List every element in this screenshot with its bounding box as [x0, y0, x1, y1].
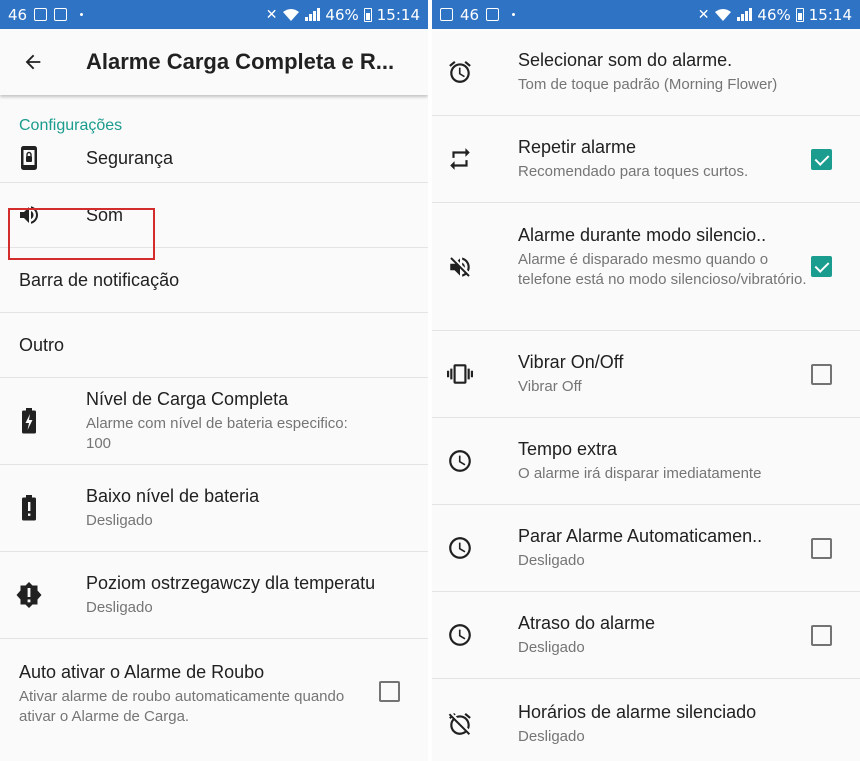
status-bar: 46 ✕ 46% 15:14	[432, 0, 860, 29]
settings-item-label: Auto ativar o Alarme de Roubo	[19, 662, 265, 682]
settings-item-label: Vibrar On/Off	[518, 351, 624, 372]
settings-item-label: Barra de notificação	[19, 269, 180, 290]
settings-item-label: Segurança	[86, 147, 174, 168]
settings-item-label: Parar Alarme Automaticamen..	[518, 525, 763, 546]
more-notifications-icon	[80, 13, 84, 16]
parar-alarme-checkbox[interactable]	[811, 537, 832, 559]
settings-item-label: Nível de Carga Completa	[86, 388, 289, 409]
arrow-back-icon	[25, 54, 41, 70]
battery-percent: 46%	[757, 5, 791, 24]
settings-item-selecionar-som[interactable]: Selecionar som do alarme. Tom de toque p…	[432, 29, 860, 116]
settings-item-barra-de-notificacao[interactable]: Barra de notificação	[0, 248, 428, 313]
settings-item-atraso-alarme[interactable]: Atraso do alarme Desligado	[432, 592, 860, 679]
app-toolbar: Alarme Carga Completa e R...	[0, 29, 428, 95]
mute-icon: ✕	[265, 6, 278, 23]
gallery-icon	[440, 8, 453, 21]
settings-item-summary: Vibrar Off	[518, 377, 582, 395]
battery-alert-icon	[14, 493, 44, 523]
settings-item-label: Horários de alarme silenciado	[518, 701, 757, 722]
settings-item-seguranca[interactable]: Segurança	[0, 134, 428, 183]
settings-item-label: Outro	[19, 334, 65, 355]
settings-item-summary: Tom de toque padrão (Morning Flower)	[518, 75, 778, 93]
left-screen: 46 ✕ 46% 15:14 Alarme Carga Completa e R…	[0, 0, 428, 761]
settings-item-tempo-extra[interactable]: Tempo extra O alarme irá disparar imedia…	[432, 418, 860, 505]
settings-item-som[interactable]: Som	[0, 183, 428, 248]
settings-item-label: Poziom ostrzegawczy dla temperatu..	[86, 572, 376, 593]
signal-icon	[737, 8, 753, 21]
settings-item-summary: Desligado	[518, 638, 585, 656]
settings-item-baixo-nivel-de-bateria[interactable]: Baixo nível de bateria Desligado	[0, 465, 428, 552]
settings-item-label: Baixo nível de bateria	[86, 485, 260, 506]
clock-time: 15:14	[376, 5, 420, 24]
vibrar-checkbox[interactable]	[811, 363, 832, 385]
vibrate-icon	[445, 359, 475, 389]
settings-item-label: Selecionar som do alarme.	[518, 49, 733, 70]
settings-item-parar-alarme[interactable]: Parar Alarme Automaticamen.. Desligado	[432, 505, 860, 592]
clock-icon	[445, 533, 475, 563]
alarm-off-icon	[445, 709, 475, 739]
page-title: Alarme Carga Completa e R...	[86, 49, 395, 74]
atraso-alarme-checkbox[interactable]	[811, 624, 832, 646]
clock-time: 15:14	[808, 5, 852, 24]
settings-item-summary: Desligado	[518, 727, 585, 745]
more-notifications-icon	[512, 13, 516, 16]
settings-item-alarme-modo-silencioso[interactable]: Alarme durante modo silencio.. Alarme é …	[432, 203, 860, 331]
repeat-icon	[445, 144, 475, 174]
battery-icon	[795, 7, 804, 22]
network-number: 46	[8, 5, 28, 24]
settings-item-horarios-silenciado[interactable]: Horários de alarme silenciado Desligado	[432, 679, 860, 761]
settings-item-summary: O alarme irá disparar imediatamente	[518, 464, 762, 482]
settings-item-label: Atraso do alarme	[518, 612, 656, 633]
settings-item-summary: Desligado	[86, 511, 153, 529]
clock-icon	[445, 446, 475, 476]
settings-item-outro[interactable]: Outro	[0, 313, 428, 378]
settings-item-label: Repetir alarme	[518, 136, 637, 157]
settings-item-summary: Alarme com nível de bateria especifico: …	[86, 414, 348, 452]
network-number: 46	[460, 5, 480, 24]
signal-icon	[305, 8, 321, 21]
speaker-icon	[14, 200, 44, 230]
gallery-icon	[54, 8, 68, 21]
clock-icon	[445, 620, 475, 650]
temperature-alert-icon	[14, 580, 44, 610]
notification-icon	[486, 8, 500, 21]
settings-item-nivel-de-carga-completa[interactable]: Nível de Carga Completa Alarme com nível…	[0, 378, 428, 465]
battery-charging-icon	[14, 406, 44, 436]
wifi-icon	[715, 8, 732, 21]
auto-ativar-checkbox[interactable]	[379, 681, 400, 702]
modo-silencioso-checkbox[interactable]	[811, 256, 832, 277]
alarm-clock-icon	[445, 57, 475, 87]
settings-item-auto-ativar-alarme-roubo[interactable]: Auto ativar o Alarme de Roubo Ativar ala…	[0, 639, 428, 749]
settings-item-vibrar[interactable]: Vibrar On/Off Vibrar Off	[432, 331, 860, 418]
battery-percent: 46%	[325, 5, 359, 24]
settings-item-summary: Recomendado para toques curtos.	[518, 162, 749, 180]
volume-off-icon	[445, 252, 475, 282]
settings-item-summary: Ativar alarme de roubo automaticamente q…	[19, 688, 345, 725]
settings-item-temperatura[interactable]: Poziom ostrzegawczy dla temperatu.. Desl…	[0, 552, 428, 639]
settings-item-label: Som	[86, 204, 124, 225]
settings-item-summary: Alarme é disparado mesmo quando o telefo…	[518, 251, 807, 288]
settings-item-summary: Desligado	[86, 598, 153, 616]
back-button[interactable]	[10, 39, 56, 85]
status-bar: 46 ✕ 46% 15:14	[0, 0, 428, 29]
settings-item-repetir-alarme[interactable]: Repetir alarme Recomendado para toques c…	[432, 116, 860, 203]
repetir-alarme-checkbox[interactable]	[811, 148, 832, 170]
mute-icon: ✕	[697, 6, 710, 23]
phone-lock-icon	[14, 143, 44, 173]
settings-item-summary: Desligado	[518, 551, 585, 569]
battery-icon	[363, 7, 372, 22]
settings-item-label: Alarme durante modo silencio..	[518, 225, 767, 245]
notification-icon	[34, 8, 48, 21]
right-screen: 46 ✕ 46% 15:14 Selecionar som do alarme.…	[432, 0, 860, 761]
wifi-icon	[283, 8, 300, 21]
settings-item-label: Tempo extra	[518, 438, 618, 459]
